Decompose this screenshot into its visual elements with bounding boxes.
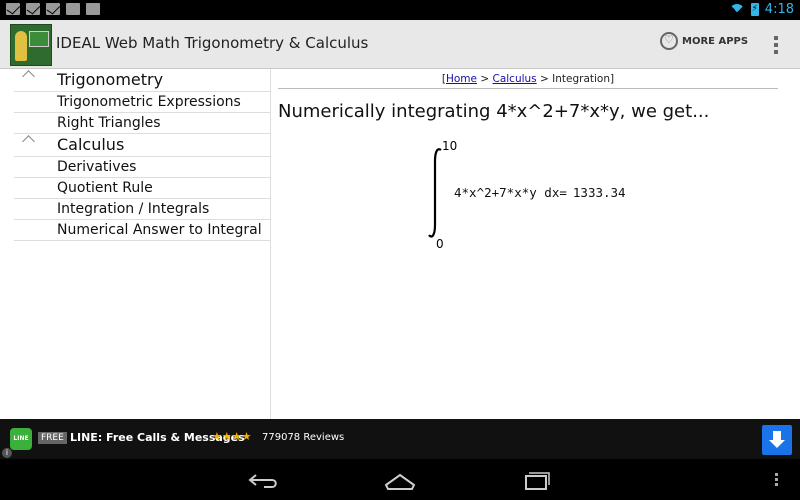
app-title: IDEAL Web Math Trigonometry & Calculus <box>56 34 369 52</box>
overflow-menu-icon[interactable] <box>774 36 778 54</box>
action-bar: IDEAL Web Math Trigonometry & Calculus M… <box>0 20 800 69</box>
battery-icon: ⚡ <box>750 3 759 16</box>
mail-icon <box>46 3 60 15</box>
integrand-text: 4*x^2+7*x*y dx= <box>454 185 567 200</box>
sidebar: Trigonometry Trigonometric Expressions R… <box>0 69 271 419</box>
back-button[interactable] <box>246 467 282 493</box>
breadcrumb-separator: > <box>480 73 490 85</box>
sidebar-item-quotient-rule[interactable]: Quotient Rule <box>14 178 270 199</box>
game-icon <box>86 3 100 15</box>
ad-banner[interactable]: LINE FREE LINE: Free Calls & Messages ★★… <box>0 419 800 459</box>
sidebar-item-numerical-answer[interactable]: Numerical Answer to Integral <box>14 220 270 241</box>
page-headline: Numerically integrating 4*x^2+7*x*y, we … <box>278 101 710 122</box>
breadcrumb-separator: > <box>540 73 549 85</box>
recent-apps-button[interactable] <box>518 467 554 493</box>
navigation-bar <box>0 459 800 500</box>
recent-apps-icon <box>525 472 550 490</box>
back-icon <box>248 474 277 488</box>
integral-value: 1333.34 <box>572 185 626 200</box>
sidebar-item-trigonometric-expressions[interactable]: Trigonometric Expressions <box>14 92 270 113</box>
breadcrumb-current: Integration <box>552 73 611 85</box>
integral-result: 10 4*x^2+7*x*y dx= 1333.34 0 <box>426 139 726 251</box>
integral-lower-bound: 0 <box>436 237 444 251</box>
nav-overflow-icon[interactable] <box>775 473 778 486</box>
sidebar-group-label: Calculus <box>57 135 125 154</box>
rating-stars: ★★★★ <box>212 430 252 443</box>
mail-icon <box>26 3 40 15</box>
heart-icon <box>660 32 678 50</box>
chevron-up-icon <box>22 70 35 83</box>
review-count: 779078 Reviews <box>262 432 345 443</box>
breadcrumb-calculus-link[interactable]: Calculus <box>493 73 537 85</box>
ad-info-icon[interactable]: i <box>2 448 12 458</box>
sidebar-item-integration[interactable]: Integration / Integrals <box>14 199 270 220</box>
line-app-icon: LINE <box>10 428 32 450</box>
download-button[interactable] <box>762 425 792 455</box>
free-badge: FREE <box>38 432 67 444</box>
home-icon <box>384 473 416 490</box>
breadcrumb: [Home > Calculus > Integration] <box>278 69 778 89</box>
status-bar: ⚡ 4:18 <box>0 0 800 20</box>
breadcrumb-home-link[interactable]: Home <box>446 73 477 85</box>
chevron-up-icon <box>22 135 35 148</box>
more-apps-button[interactable]: MORE APPS <box>660 32 748 50</box>
mail-icon <box>6 3 20 15</box>
main-panel: [Home > Calculus > Integration] Numerica… <box>278 69 778 419</box>
integral-sign-icon <box>428 148 442 238</box>
sidebar-group-trigonometry[interactable]: Trigonometry <box>14 69 270 92</box>
wifi-icon <box>729 4 745 16</box>
sidebar-item-derivatives[interactable]: Derivatives <box>14 157 270 178</box>
sidebar-item-right-triangles[interactable]: Right Triangles <box>14 113 270 134</box>
app-logo-icon[interactable] <box>10 24 52 66</box>
home-button[interactable] <box>382 467 418 493</box>
sidebar-group-calculus[interactable]: Calculus <box>14 134 270 157</box>
sidebar-group-label: Trigonometry <box>57 70 164 89</box>
breadcrumb-bracket: ] <box>610 73 615 85</box>
facebook-icon <box>66 3 80 15</box>
content-area: Trigonometry Trigonometric Expressions R… <box>0 69 800 419</box>
status-time: 4:18 <box>764 2 794 17</box>
more-apps-label: MORE APPS <box>682 35 749 47</box>
integral-expression: 4*x^2+7*x*y dx= 1333.34 <box>454 185 626 200</box>
